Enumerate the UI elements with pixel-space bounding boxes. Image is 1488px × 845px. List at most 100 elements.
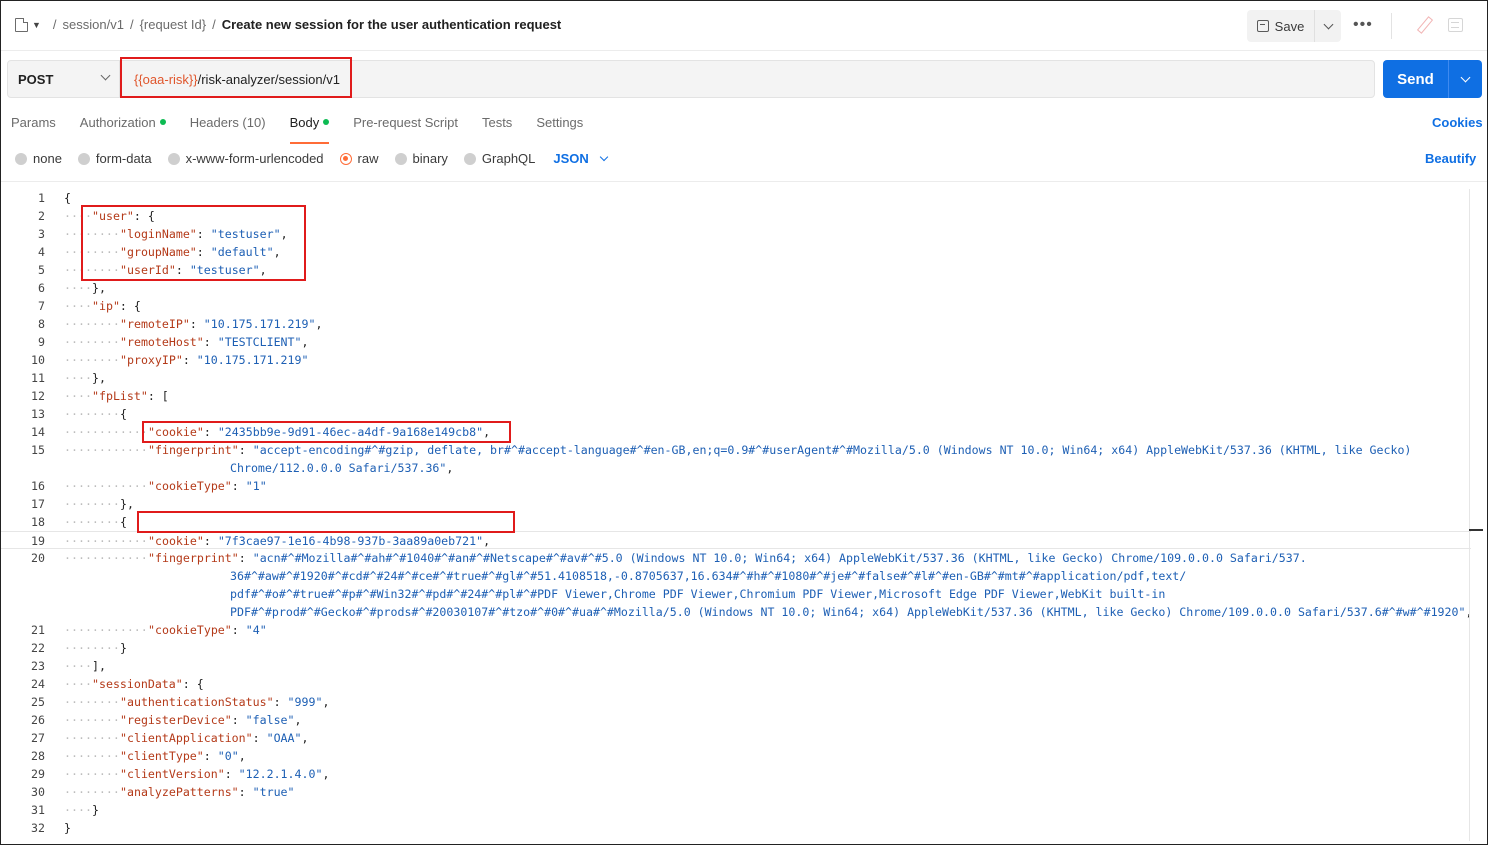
code-text: } <box>64 819 71 837</box>
code-text: } <box>92 801 99 819</box>
indent-guide-dots: ············ <box>64 443 148 457</box>
radio-icon <box>15 152 27 165</box>
code-text: "clientType": "0", <box>120 747 246 765</box>
tab-headers-10[interactable]: Headers (10) <box>190 115 266 135</box>
send-options-button[interactable] <box>1449 60 1482 98</box>
json-value: pdf#^#o#^#true#^#p#^#Win32#^#pd#^#24#^#p… <box>230 587 1166 601</box>
http-request-icon[interactable] <box>15 17 28 32</box>
save-options-button[interactable] <box>1315 10 1341 42</box>
line-number: 12 <box>31 389 45 403</box>
code-text: "clientApplication": "OAA", <box>120 729 308 747</box>
tab-body[interactable]: Body <box>289 115 330 144</box>
json-punctuation: : <box>252 731 267 745</box>
json-value: "TESTCLIENT" <box>217 335 302 349</box>
body-type-x-www-form-urlencoded[interactable]: x-www-form-urlencoded <box>167 151 324 166</box>
line-number: 11 <box>31 371 45 385</box>
line-number: 20 <box>31 551 45 565</box>
body-type-graphql[interactable]: GraphQL <box>463 151 535 166</box>
annotation-highlight-url <box>120 57 352 98</box>
send-button[interactable]: Send <box>1383 60 1449 98</box>
json-key: "sessionData" <box>92 677 183 691</box>
chevron-down-icon <box>1460 72 1471 83</box>
indent-guide-dots: ···· <box>64 371 92 385</box>
chevron-down-icon[interactable]: ▼ <box>32 20 41 30</box>
json-value: "accept-encoding#^#gzip, deflate, br#^#a… <box>252 443 1412 457</box>
indent-guide-dots: ···· <box>64 803 92 817</box>
code-text: 36#^#aw#^#1920#^#cd#^#24#^#ce#^#true#^#g… <box>230 567 1186 585</box>
code-text: "fingerprint": "acn#^#Mozilla#^#ah#^#104… <box>148 549 1307 567</box>
tab-settings[interactable]: Settings <box>536 115 583 135</box>
code-line: 29 "clientVersion": "12.2.1.4.0", ········ <box>1 765 1471 783</box>
code-text: "remoteIP": "10.175.171.219", <box>120 315 322 333</box>
code-text: }, <box>120 495 134 513</box>
request-title[interactable]: Create new session for the user authenti… <box>222 17 562 32</box>
json-key: "cookieType" <box>148 479 232 493</box>
tab-tests[interactable]: Tests <box>482 115 512 135</box>
json-punctuation: : <box>224 767 239 781</box>
json-key: "fingerprint" <box>148 443 239 457</box>
code-line: 30 "analyzePatterns": "true" ········ <box>1 783 1471 801</box>
json-punctuation: }, <box>120 497 134 511</box>
method-select[interactable]: POST <box>8 61 120 97</box>
json-punctuation: , <box>483 534 491 548</box>
code-line: 21 "cookieType": "4" ············ <box>1 621 1471 639</box>
scrollbar-marker <box>1469 529 1483 531</box>
beautify-button[interactable]: Beautify <box>1425 151 1476 166</box>
json-value: "10.175.171.219" <box>203 317 316 331</box>
body-type-raw[interactable]: raw <box>339 151 379 166</box>
breadcrumb-folder[interactable]: {request Id} <box>140 17 207 32</box>
body-type-none[interactable]: none <box>15 151 62 166</box>
radio-icon <box>77 152 90 165</box>
chevron-down-icon <box>100 70 111 81</box>
code-text: { <box>64 189 71 207</box>
code-line: 6}, ···· <box>1 279 1471 297</box>
json-punctuation: { <box>120 407 127 421</box>
indent-guide-dots: ············ <box>64 479 148 493</box>
json-key: "remoteIP" <box>120 317 190 331</box>
breadcrumb-collection[interactable]: session/v1 <box>63 17 124 32</box>
breadcrumb-separator: / <box>212 17 216 32</box>
save-button-group: Save <box>1247 10 1341 42</box>
editor-scrollbar[interactable] <box>1469 189 1481 841</box>
body-type-label: form-data <box>95 151 152 166</box>
json-punctuation: : <box>238 785 253 799</box>
more-actions-button[interactable]: ••• <box>1353 16 1373 34</box>
code-line: 28 "clientType": "0", ········ <box>1 747 1471 765</box>
code-text: "cookie": "7f3cae97-1e16-4b98-937b-3aa89… <box>148 532 490 550</box>
save-label: Save <box>1274 18 1305 34</box>
cookies-link[interactable]: Cookies <box>1432 115 1483 130</box>
code-line: 15 "fingerprint": "accept-encoding#^#gzip… <box>1 441 1471 459</box>
body-type-binary[interactable]: binary <box>394 151 448 166</box>
radio-icon <box>167 152 180 165</box>
json-punctuation: , <box>322 767 330 781</box>
documentation-icon[interactable] <box>1448 18 1463 32</box>
code-line: 32} <box>1 819 1471 837</box>
body-type-form-data[interactable]: form-data <box>77 151 152 166</box>
json-value: "OAA" <box>266 731 302 745</box>
json-value: "true" <box>252 785 295 799</box>
json-key: "remoteHost" <box>120 335 204 349</box>
line-number: 31 <box>31 803 45 817</box>
code-text: "analyzePatterns": "true" <box>120 783 295 801</box>
breadcrumb-separator: / <box>129 17 134 32</box>
tab-params[interactable]: Params <box>11 115 56 135</box>
edit-icon[interactable] <box>1414 14 1434 36</box>
json-punctuation: : <box>231 623 246 637</box>
code-line: 22} ········ <box>1 639 1471 657</box>
code-text: "clientVersion": "12.2.1.4.0", <box>120 765 329 783</box>
code-text: ], <box>92 657 106 675</box>
tab-pre-request-script[interactable]: Pre-request Script <box>353 115 458 135</box>
annotation-highlight-cookie-1 <box>142 421 511 443</box>
json-value: "7f3cae97-1e16-4b98-937b-3aa89a0eb721" <box>217 534 484 548</box>
json-value: "1" <box>245 479 267 493</box>
code-line: PDF#^#prod#^#Gecko#^#prods#^#20030107#^#… <box>1 603 1472 621</box>
format-select[interactable]: JSON <box>553 151 609 166</box>
send-button-group: Send <box>1383 60 1482 98</box>
body-type-label: binary <box>412 151 448 166</box>
save-button[interactable]: Save <box>1247 10 1315 42</box>
tab-authorization[interactable]: Authorization <box>80 115 166 135</box>
radio-icon <box>463 152 476 165</box>
indent-guide-dots: ········ <box>64 353 120 367</box>
line-number: 30 <box>31 785 45 799</box>
json-key: "clientApplication" <box>120 731 253 745</box>
